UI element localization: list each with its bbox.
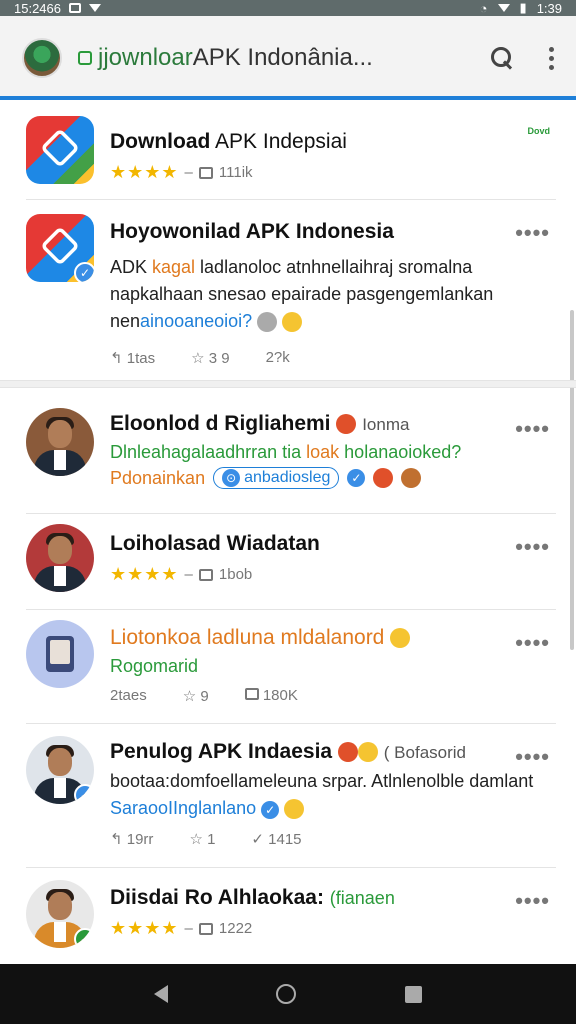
overflow-menu-icon[interactable] — [549, 46, 554, 70]
download-arrow-icon — [89, 4, 101, 12]
back-icon[interactable] — [154, 985, 169, 1003]
tag-row: Pdonainkan ⊙ anbadiosleg ✓ — [110, 467, 556, 489]
avatar — [26, 408, 94, 476]
emoji-icon — [373, 468, 394, 488]
list-item[interactable]: Eloonlod d Rigliahemi Ionma Dlnleahagala… — [26, 396, 556, 514]
emoji-icon — [337, 742, 358, 763]
share-count[interactable]: ✓ 1415 — [251, 830, 301, 848]
star-count[interactable]: ☆ 1 — [189, 830, 215, 848]
star-count[interactable]: ☆ 9 — [183, 687, 209, 705]
reply-count[interactable]: ↰ 1tas — [110, 349, 155, 367]
rating-stars: ★★★★ — [110, 918, 179, 938]
green-text: Dlnleahagalaadhrran tia loak holanaoioke… — [110, 442, 462, 462]
section-divider — [0, 380, 576, 388]
verified-badge-icon: ✓ — [74, 928, 94, 948]
more-options-icon[interactable]: •••• — [515, 534, 550, 560]
hashtag-chip[interactable]: ⊙ anbadiosleg — [213, 467, 340, 489]
profile-avatar[interactable] — [22, 38, 62, 78]
scrollbar[interactable] — [570, 310, 574, 650]
download-count-icon — [198, 166, 213, 179]
verified-icon: ✓ — [261, 801, 280, 819]
app-logo-icon: ✓ — [26, 214, 94, 282]
item-title: Loiholasad Wiadatan — [110, 532, 320, 555]
more-options-icon[interactable]: •••• — [515, 220, 550, 246]
tag-label: Dovd — [527, 126, 551, 136]
green-text: Rogomarid — [110, 656, 199, 676]
download-count: 1bob — [218, 566, 253, 583]
status-right-time: 1:39 — [536, 0, 562, 16]
verified-badge-icon: ✓ — [74, 784, 94, 804]
reply-count[interactable]: ↰ 19rr — [110, 830, 153, 848]
view-count: 180K — [244, 687, 298, 705]
post-body: bootaa:domfoellameleuna srpar. Atlnlenol… — [110, 771, 534, 820]
app-bar: jjownloar APK Indonânia... — [0, 16, 576, 100]
view-count: 2?k — [265, 349, 290, 366]
item-title: Diisdai Ro Alhlaokaa: (fianaen — [110, 886, 395, 909]
download-count-icon — [198, 568, 213, 581]
avatar: ✓ — [26, 880, 94, 948]
more-options-icon[interactable]: •••• — [515, 416, 550, 442]
battery-icon: ▮ — [519, 0, 527, 15]
list-item[interactable]: Liotonkoa ladluna mldalanord Rogomarid 2… — [26, 610, 556, 724]
item-title: Liotonkoa ladluna mldalanord — [110, 626, 556, 650]
item-title: Download APK Indepsiai — [110, 130, 347, 153]
emoji-icon — [282, 312, 303, 333]
recent-apps-icon[interactable] — [404, 985, 422, 1003]
more-options-icon[interactable]: •••• — [515, 888, 550, 914]
emoji-icon — [390, 628, 411, 649]
status-time: 15:2466 — [14, 0, 61, 16]
verified-badge-icon: ✓ — [74, 262, 94, 282]
emoji-icon — [284, 799, 305, 820]
list-item[interactable]: Loiholasad Wiadatan ★★★★ – 1bob •••• — [26, 514, 556, 610]
item-title: Eloonlod d Rigliahemi Ionma — [110, 412, 410, 435]
notification-icon — [69, 3, 81, 13]
emoji-icon — [357, 742, 378, 763]
emoji-icon — [401, 468, 422, 488]
avatar — [26, 524, 94, 592]
list-item[interactable]: ✓ Penulog APK Indaesia ( Bofasorid boota… — [26, 724, 556, 868]
app-logo-icon — [26, 116, 94, 184]
list-item[interactable]: ✓ Hoyowonilad APK Indonesia ADK kagal la… — [26, 200, 556, 370]
emoji-icon — [336, 414, 357, 435]
more-options-icon[interactable]: •••• — [515, 630, 550, 656]
list-item[interactable]: ✓ Diisdai Ro Alhlaokaa: (fianaen ★★★★ – … — [26, 868, 556, 964]
emoji-icon — [257, 312, 278, 333]
signal-icon — [497, 4, 510, 12]
status-bar: 15:2466 ◔ ▮ 1:39 — [0, 0, 576, 16]
home-icon[interactable] — [276, 984, 297, 1004]
star-count[interactable]: ☆ 3 9 — [191, 349, 229, 367]
avatar — [26, 620, 94, 688]
system-nav-bar — [0, 964, 576, 1024]
item-title: Hoyowonilad APK Indonesia — [110, 220, 394, 243]
rating-stars: ★★★★ — [110, 162, 179, 182]
page-title: jjownloar APK Indonânia... — [78, 44, 373, 72]
page-icon — [78, 51, 92, 65]
verified-icon: ✓ — [347, 469, 366, 487]
reply-count[interactable]: 2taes — [110, 687, 147, 705]
list-item[interactable]: Download APK Indepsiai ★★★★ – 111ik Dovd — [26, 100, 556, 200]
post-body: ADK kagal ladlanoloc atnhnellaihraj srom… — [110, 257, 494, 333]
wifi-icon: ◔ — [479, 0, 488, 16]
feed-list[interactable]: Download APK Indepsiai ★★★★ – 111ik Dovd… — [0, 100, 576, 964]
search-icon[interactable] — [489, 45, 515, 71]
download-count-icon — [198, 922, 213, 935]
download-count: 1222 — [218, 920, 253, 937]
avatar: ✓ — [26, 736, 94, 804]
more-options-icon[interactable]: •••• — [515, 744, 550, 770]
download-count: 111ik — [218, 164, 253, 181]
item-title: Penulog APK Indaesia ( Bofasorid — [110, 740, 466, 763]
rating-stars: ★★★★ — [110, 564, 179, 584]
